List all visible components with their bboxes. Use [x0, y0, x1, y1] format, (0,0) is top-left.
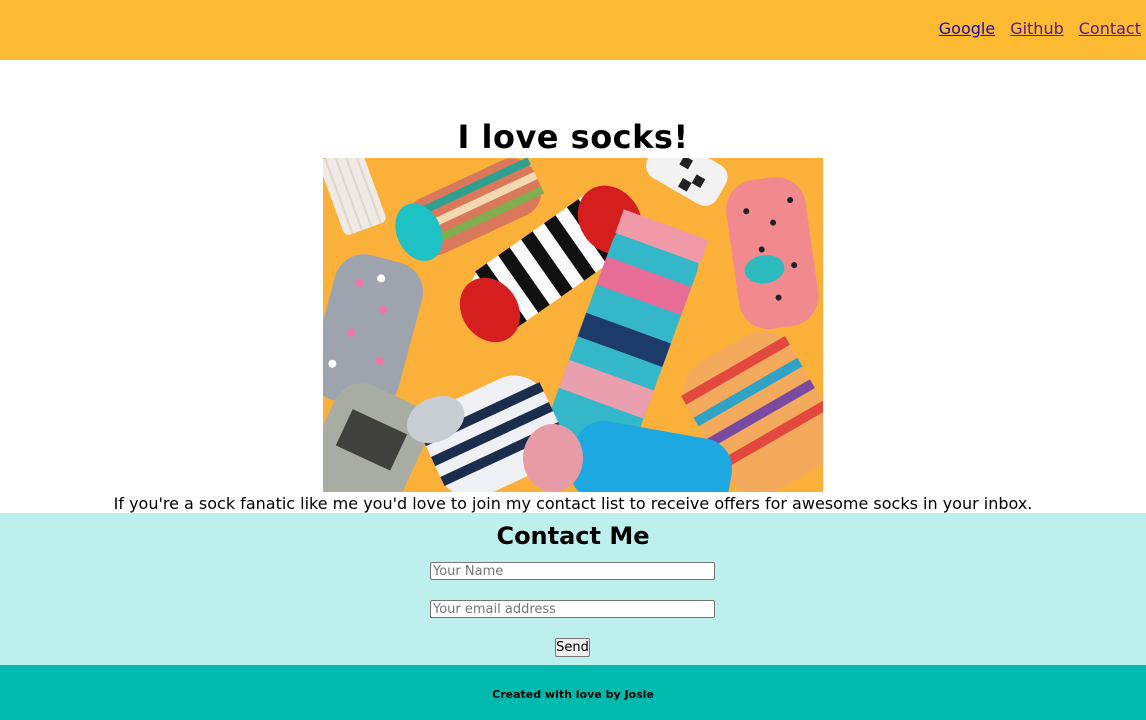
nav-link-google[interactable]: Google	[939, 19, 995, 38]
email-input[interactable]	[430, 600, 715, 618]
footer: Created with love by Josie	[0, 665, 1146, 720]
contact-section: Contact Me Send	[0, 513, 1146, 665]
contact-heading: Contact Me	[496, 522, 650, 550]
socks-photo	[323, 158, 823, 492]
footer-credit: Created with love by Josie	[492, 688, 654, 701]
send-button[interactable]: Send	[555, 638, 590, 657]
nav-link-github[interactable]: Github	[1010, 19, 1064, 38]
name-input[interactable]	[430, 562, 715, 580]
page-title: I love socks!	[457, 118, 689, 156]
intro-text: If you're a sock fanatic like me you'd l…	[113, 494, 1033, 513]
nav-link-contact[interactable]: Contact	[1079, 19, 1141, 38]
top-navbar: Google Github Contact	[0, 0, 1146, 60]
nav-links: Google Github Contact	[939, 19, 1141, 38]
